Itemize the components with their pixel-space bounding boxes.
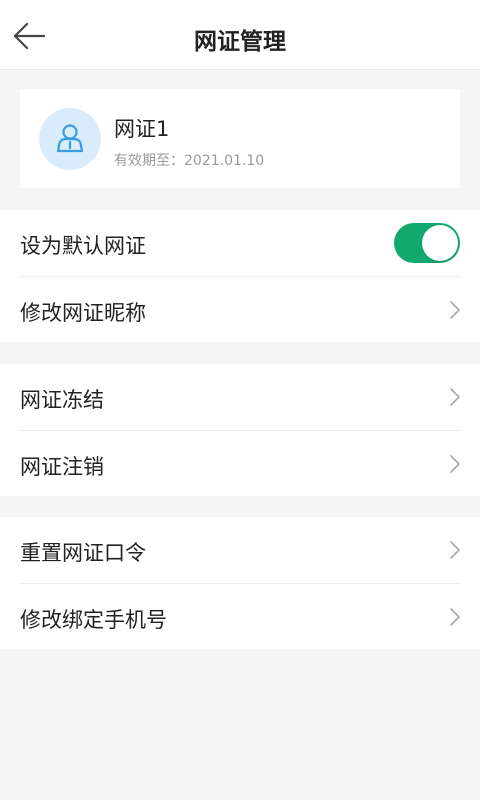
chevron-right-icon <box>450 455 460 473</box>
settings-group: 设为默认网证 修改网证昵称 <box>0 210 480 342</box>
reset-password-row[interactable]: 重置网证口令 <box>20 517 460 583</box>
freeze-cert-row[interactable]: 网证冻结 <box>20 364 460 430</box>
change-phone-row[interactable]: 修改绑定手机号 <box>20 583 460 649</box>
rename-cert-row[interactable]: 修改网证昵称 <box>20 276 460 342</box>
user-shield-icon <box>56 124 84 153</box>
page-title: 网证管理 <box>194 29 286 55</box>
toggle-knob <box>422 225 458 261</box>
rename-cert-label: 修改网证昵称 <box>20 301 146 325</box>
cancel-cert-row[interactable]: 网证注销 <box>20 430 460 496</box>
default-cert-label: 设为默认网证 <box>20 234 146 258</box>
default-cert-row: 设为默认网证 <box>20 210 460 276</box>
chevron-right-icon <box>450 541 460 559</box>
top-bar: 网证管理 <box>0 0 480 70</box>
change-phone-label: 修改绑定手机号 <box>20 608 167 632</box>
chevron-right-icon <box>450 388 460 406</box>
cancel-cert-label: 网证注销 <box>20 455 104 479</box>
status-group: 网证冻结 网证注销 <box>0 364 480 496</box>
chevron-right-icon <box>450 301 460 319</box>
freeze-cert-label: 网证冻结 <box>20 388 104 412</box>
chevron-right-icon <box>450 608 460 626</box>
certificate-card: 网证1 有效期至：2021.01.10 <box>20 89 460 188</box>
certificate-expiry: 有效期至：2021.01.10 <box>114 153 265 169</box>
security-group: 重置网证口令 修改绑定手机号 <box>0 517 480 649</box>
certificate-name: 网证1 <box>114 117 170 141</box>
avatar <box>39 108 101 170</box>
default-cert-toggle[interactable] <box>394 223 460 263</box>
reset-password-label: 重置网证口令 <box>20 541 146 565</box>
